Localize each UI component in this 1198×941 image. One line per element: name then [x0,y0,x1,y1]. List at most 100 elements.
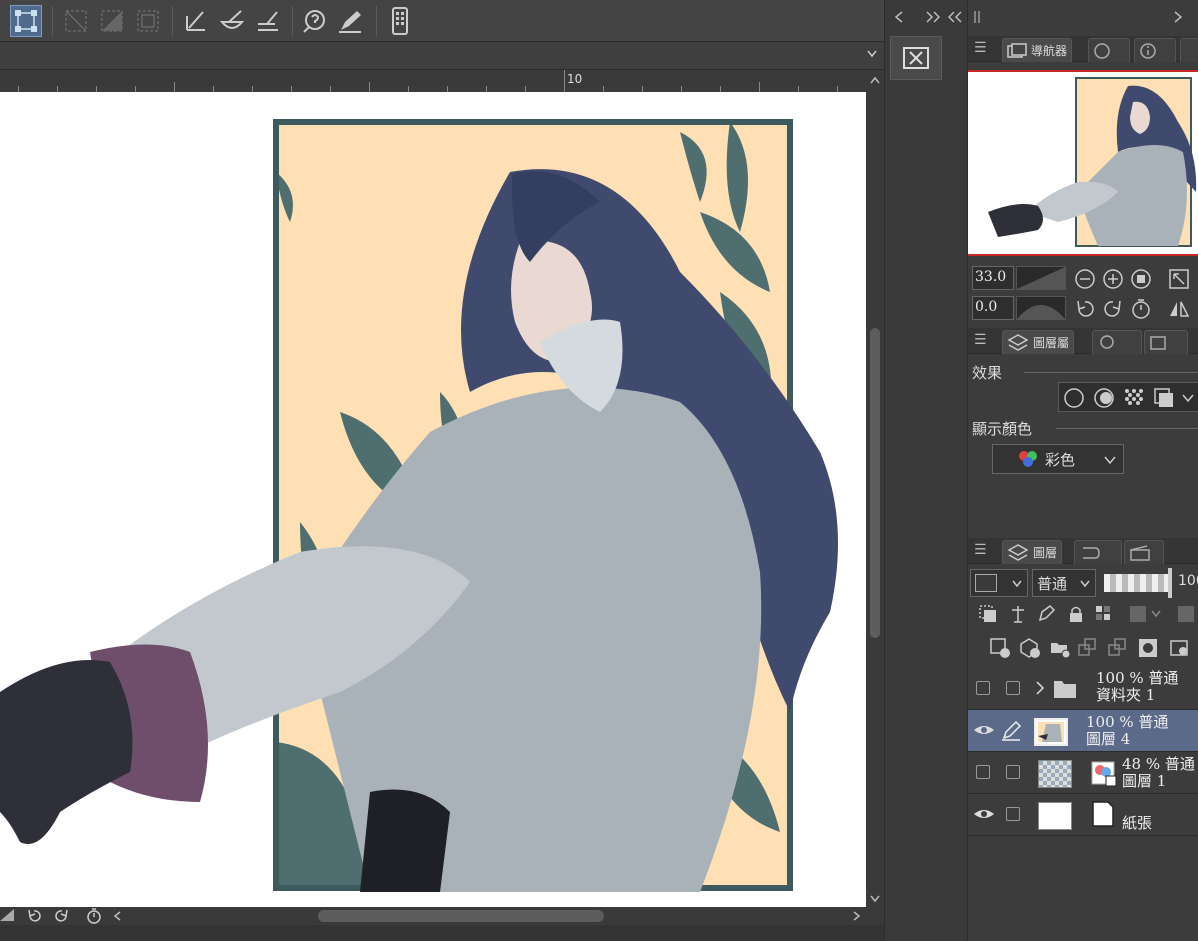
edit-checkbox[interactable] [1006,681,1020,695]
scroll-down-icon[interactable] [869,892,881,904]
tab-search-layer[interactable] [1092,330,1142,354]
zoom-slider[interactable] [1016,266,1066,290]
actual-size-button[interactable] [1130,268,1152,290]
reset-rotation-icon[interactable] [86,908,102,924]
eye-icon[interactable] [972,806,996,822]
lock-transparency-button[interactable] [1092,602,1116,626]
zoom-in-button[interactable] [1102,268,1124,290]
tab-navigator[interactable]: 導航器 [1002,38,1073,62]
zoom-in-icon [1103,269,1123,289]
expand-selection-button[interactable] [132,5,164,37]
display-color-label: 顯示顏色 [972,420,1033,438]
chevron-down-icon[interactable] [1181,391,1195,405]
canvas-area[interactable] [0,92,866,907]
clear-outside-button[interactable] [180,5,212,37]
opacity-slider[interactable] [1104,574,1172,592]
double-chevron-left-icon[interactable] [947,10,965,24]
layer-color-icon[interactable] [1153,387,1175,409]
visibility-checkbox[interactable] [976,765,990,779]
layer-row-layer-1[interactable]: 48 % 普通 圖層 1 [968,752,1198,794]
toolbar-separator [52,6,53,36]
lighthouse-icon [1012,606,1024,623]
ruler-range-button[interactable] [1174,602,1198,626]
zoom-out-button[interactable] [1074,268,1096,290]
grip-icon[interactable] [972,10,984,24]
zoom-row: 33.0 [972,266,1198,292]
edit-checkbox[interactable] [1006,765,1020,779]
tab-layer-property[interactable]: 圖層屬 [1002,330,1075,354]
apply-mask-button[interactable] [1168,636,1192,660]
tab-layers[interactable]: 圖層 [1002,540,1063,564]
flip-horizontal-button[interactable] [1168,298,1190,320]
layer-blend-info: 100 % 普通 [1096,669,1179,687]
new-raster-layer-button[interactable] [988,636,1012,660]
display-color-value: 彩色 [1045,450,1076,469]
menu-icon[interactable]: ☰ [974,40,987,56]
menu-icon[interactable]: ☰ [974,332,987,348]
new-vector-layer-button[interactable] [1018,636,1042,660]
merge-down-button[interactable] [1106,636,1130,660]
blend-mode-select[interactable]: 普通 [1032,569,1096,597]
mask-enable-button[interactable] [1126,602,1166,626]
close-panel-button[interactable] [890,36,942,80]
watercolor-edge-icon[interactable] [1093,387,1115,409]
close-window-icon [903,47,929,69]
chevron-left-icon[interactable] [893,10,905,24]
clip-lower-layer-button[interactable] [976,602,1000,626]
tab-sub-view[interactable] [1088,38,1130,62]
new-folder-button[interactable] [1048,636,1072,660]
scroll-left-icon[interactable] [112,910,124,922]
navigator-preview[interactable] [968,70,1198,256]
edit-checkbox[interactable] [1006,807,1020,821]
fit-window-button[interactable] [1168,268,1190,290]
chevron-right-icon[interactable] [1172,10,1184,24]
border-effect-icon[interactable] [1063,387,1085,409]
pencil-icon[interactable] [1000,720,1022,742]
rotate-left-button[interactable] [1074,298,1096,320]
rotate-left-icon[interactable] [26,908,42,924]
draw-border-button[interactable] [252,5,284,37]
transfer-down-button[interactable] [1076,636,1100,660]
double-chevron-right-icon[interactable] [925,10,943,24]
create-mask-button[interactable] [1136,636,1160,660]
layer-color-select[interactable] [970,569,1028,597]
layer-row-paper[interactable]: 紙張 [968,794,1198,836]
tab-layer-info[interactable] [1144,330,1188,354]
scroll-right-icon[interactable] [850,910,862,922]
rotate-right-button[interactable] [1102,298,1124,320]
layer-row-folder[interactable]: 100 % 普通 資料夾 1 [968,668,1198,710]
invert-selection-button[interactable] [96,5,128,37]
vertical-scrollbar[interactable] [866,70,884,907]
deselect-button[interactable] [60,5,92,37]
reset-rotation-button[interactable] [1130,298,1152,320]
horizontal-scroll-thumb[interactable] [318,910,604,922]
layer-row-layer-4[interactable]: 100 % 普通 圖層 4 [968,710,1198,752]
opacity-handle[interactable] [1168,568,1172,598]
tab-animation[interactable] [1124,540,1164,564]
chevron-down-icon[interactable] [866,46,878,66]
transform-handles-button[interactable] [10,5,42,37]
tab-more[interactable] [1180,38,1198,62]
visibility-checkbox[interactable] [976,681,990,695]
draft-layer-button[interactable] [1034,602,1058,626]
paper-canvas[interactable] [0,92,866,907]
scroll-up-icon[interactable] [869,74,881,86]
tab-history[interactable] [1074,540,1122,564]
tone-icon[interactable] [1123,387,1145,409]
device-button[interactable] [384,5,416,37]
selection-pen-button[interactable] [334,5,366,37]
tab-info[interactable] [1134,38,1176,62]
vertical-scroll-thumb[interactable] [870,328,880,638]
rotate-right-icon[interactable] [54,908,70,924]
menu-icon[interactable]: ☰ [974,542,987,558]
lock-layer-button[interactable] [1064,602,1088,626]
eye-icon[interactable] [972,722,996,738]
rotation-field[interactable]: 0.0 [972,296,1014,320]
reference-layer-button[interactable] [1006,602,1030,626]
rotation-slider[interactable] [1016,296,1066,320]
fill-button[interactable] [216,5,248,37]
chevron-right-icon[interactable] [1034,680,1046,696]
display-color-select[interactable]: 彩色 [992,444,1124,474]
selection-help-button[interactable] [298,5,330,37]
zoom-field[interactable]: 33.0 [972,266,1014,290]
